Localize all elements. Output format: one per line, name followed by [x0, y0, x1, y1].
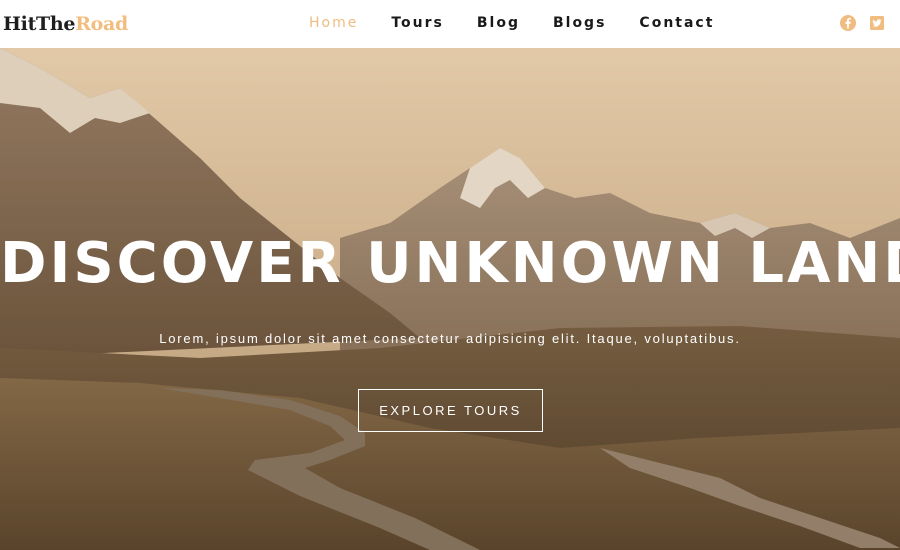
explore-tours-button[interactable]: EXPLORE TOURS	[358, 389, 543, 432]
hero-title: DISCOVER UNKNOWN LANDS	[0, 231, 900, 296]
nav-link-home[interactable]: Home	[309, 14, 358, 32]
nav-link-blogs[interactable]: Blogs	[553, 14, 606, 32]
nav-link-tours[interactable]: Tours	[391, 14, 444, 32]
twitter-icon[interactable]	[869, 15, 885, 31]
main-nav: Home Tours Blog Blogs Contact	[309, 14, 747, 32]
social-links	[840, 15, 885, 31]
facebook-icon[interactable]	[840, 15, 856, 31]
nav-link-blog[interactable]: Blog	[477, 14, 520, 32]
brand-logo-part2: Road	[75, 13, 129, 35]
nav-link-contact[interactable]: Contact	[639, 14, 714, 32]
hero-section: DISCOVER UNKNOWN LANDS Lorem, ipsum dolo…	[0, 48, 900, 550]
top-navbar: HitTheRoad Home Tours Blog Blogs Contact	[0, 0, 900, 48]
hero-subtitle: Lorem, ipsum dolor sit amet consectetur …	[159, 331, 741, 346]
hero-background-image	[0, 48, 900, 550]
brand-logo-part1: HitThe	[3, 13, 76, 35]
brand-logo[interactable]: HitTheRoad	[3, 12, 128, 36]
